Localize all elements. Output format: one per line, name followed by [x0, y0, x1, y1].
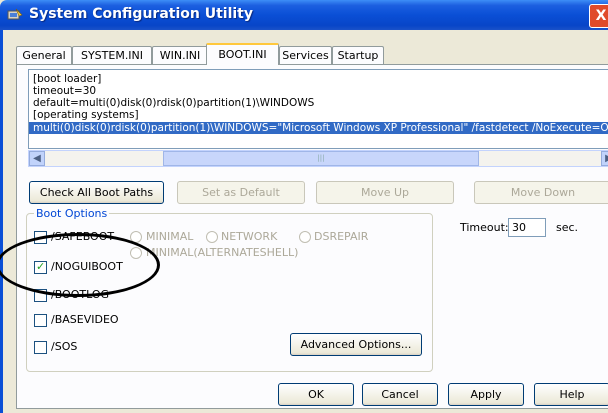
move-down-button[interactable]: Move Down: [474, 181, 608, 204]
move-up-button[interactable]: Move Up: [316, 181, 454, 204]
tab-general[interactable]: General: [16, 46, 72, 64]
radio-dsrepair[interactable]: [299, 231, 311, 243]
cancel-button[interactable]: Cancel: [362, 383, 438, 406]
basevideo-label: /BASEVIDEO: [51, 313, 119, 326]
title-bar[interactable]: System Configuration Utility X: [0, 0, 608, 30]
ini-line: timeout=30: [33, 85, 97, 97]
radio-minimal-label: MINIMAL: [146, 230, 194, 243]
ini-line: [boot loader]: [33, 73, 102, 85]
ini-line: default=multi(0)disk(0)rdisk(0)partition…: [33, 97, 315, 109]
tab-boot-ini[interactable]: BOOT.INI: [206, 43, 279, 65]
check-all-boot-paths-button[interactable]: Check All Boot Paths: [29, 181, 164, 204]
radio-minimal-alternateshell-label: MINIMAL(ALTERNATESHELL): [146, 246, 299, 259]
apply-button[interactable]: Apply: [448, 383, 524, 406]
sos-label: /SOS: [51, 340, 78, 353]
boot-options-label: Boot Options: [34, 207, 110, 220]
highlight-oval: [0, 233, 160, 297]
grip-icon: |||: [317, 154, 325, 162]
msconfig-icon: [7, 8, 23, 20]
close-button[interactable]: X: [589, 4, 608, 28]
ok-button[interactable]: OK: [278, 383, 354, 406]
tab-system-ini[interactable]: SYSTEM.INI: [72, 46, 152, 64]
chevron-left-icon: ◀: [33, 153, 41, 164]
close-icon: X: [595, 8, 607, 24]
scroll-left-button[interactable]: ◀: [29, 151, 45, 166]
radio-dsrepair-label: DSREPAIR: [314, 230, 369, 243]
set-as-default-button[interactable]: Set as Default: [177, 181, 305, 204]
timeout-label: Timeout:: [460, 221, 509, 234]
advanced-options-button[interactable]: Advanced Options...: [290, 333, 422, 356]
window-title: System Configuration Utility: [29, 6, 253, 22]
scroll-right-button[interactable]: ▶: [601, 151, 608, 166]
sos-checkbox[interactable]: [34, 341, 47, 354]
timeout-input[interactable]: 30: [508, 218, 546, 237]
window: System Configuration Utility X General S…: [0, 0, 608, 413]
scroll-thumb[interactable]: |||: [163, 151, 479, 166]
help-button[interactable]: Help: [534, 383, 608, 406]
boot-ini-text-box[interactable]: [boot loader] timeout=30 default=multi(0…: [28, 69, 608, 149]
tab-services[interactable]: Services: [279, 46, 332, 64]
radio-network[interactable]: [206, 231, 218, 243]
ini-line-selected[interactable]: multi(0)disk(0)rdisk(0)partition(1)\WIND…: [29, 122, 608, 134]
timeout-unit: sec.: [556, 221, 579, 234]
horizontal-scrollbar[interactable]: ◀ ||| ▶: [28, 150, 608, 167]
tab-win-ini[interactable]: WIN.INI: [152, 46, 208, 64]
radio-network-label: NETWORK: [221, 230, 278, 243]
basevideo-checkbox[interactable]: [34, 314, 47, 327]
ini-line: [operating systems]: [33, 109, 139, 121]
tab-startup[interactable]: Startup: [332, 46, 384, 64]
